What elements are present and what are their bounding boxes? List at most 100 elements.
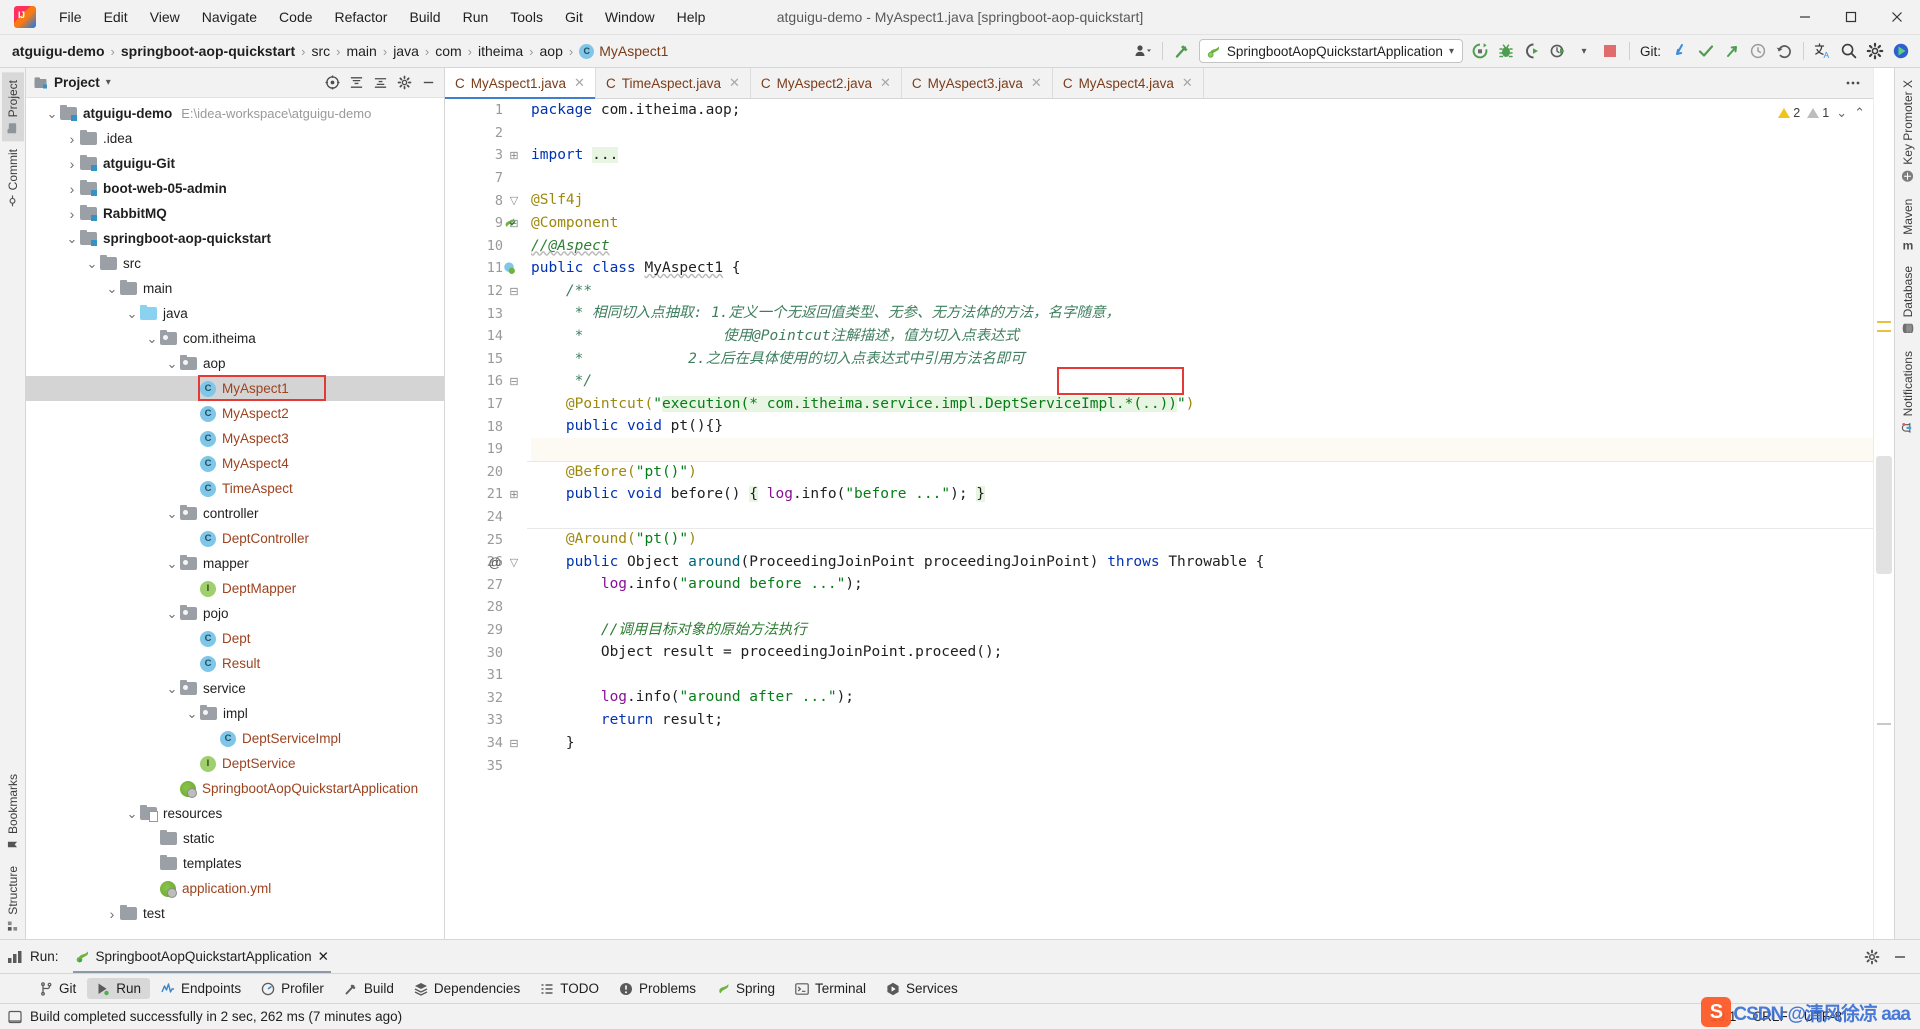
breadcrumb-item-springboot-aop-quickstart[interactable]: springboot-aop-quickstart — [117, 41, 299, 61]
bottom-tool-run[interactable]: Run — [87, 978, 151, 999]
tree-item-controller[interactable]: ⌄ controller — [26, 501, 444, 526]
bottom-tool-endpoints[interactable]: Endpoints — [152, 978, 250, 999]
stop-button[interactable] — [1597, 39, 1623, 63]
sidebar-item-commit[interactable]: Commit — [2, 141, 24, 214]
chevron-down-icon[interactable]: ⌄ — [164, 506, 180, 522]
tree-item-mapper[interactable]: ⌄ mapper — [26, 551, 444, 576]
code-line[interactable] — [531, 754, 1873, 777]
code-line[interactable] — [531, 664, 1873, 687]
tree-item-myaspect3[interactable]: C MyAspect3 — [26, 426, 444, 451]
code-fold-icon[interactable]: ⊟ — [507, 370, 521, 393]
tree-item-com.itheima[interactable]: ⌄ com.itheima — [26, 326, 444, 351]
bottom-tool-todo[interactable]: TODO — [531, 978, 608, 999]
tree-item-boot-web-05-admin[interactable]: › boot-web-05-admin — [26, 176, 444, 201]
chevron-right-icon[interactable]: › — [64, 156, 80, 172]
bottom-tool-build[interactable]: Build — [335, 978, 403, 999]
code-line[interactable] — [531, 506, 1873, 529]
editor-gutter[interactable]: 1 2 3 ⊞ 7 8 ▽ 9 ⊟ 10 11 12 ⊟ 13 14 15 16 ⊟ 17 18 19 20 21 ⊞ 24 25… — [445, 99, 527, 939]
bottom-tool-dependencies[interactable]: Dependencies — [405, 978, 529, 999]
chevron-down-icon[interactable]: ⌄ — [164, 606, 180, 622]
editor-tab-timeaspect[interactable]: C TimeAspect.java ✕ — [595, 68, 751, 98]
tree-item-java[interactable]: ⌄ java — [26, 301, 444, 326]
git-rollback-icon[interactable] — [1771, 39, 1797, 63]
run-with-coverage-icon[interactable] — [1519, 39, 1545, 63]
tree-item-deptmapper[interactable]: I DeptMapper — [26, 576, 444, 601]
code-line[interactable]: public class MyAspect1 { — [531, 257, 1873, 280]
menu-item-navigate[interactable]: Navigate — [191, 5, 268, 29]
rerun-icon[interactable] — [1467, 39, 1493, 63]
code-editor[interactable]: 1 2 3 ⊞ 7 8 ▽ 9 ⊟ 10 11 12 ⊟ 13 14 15 16 ⊟ 17 18 19 20 21 ⊞ 24 25… — [445, 99, 1873, 939]
code-fold-icon[interactable]: ⊟ — [507, 280, 521, 303]
code-line[interactable]: /** — [531, 280, 1873, 303]
chevron-down-icon[interactable]: ⌄ — [164, 356, 180, 372]
close-button[interactable] — [1874, 0, 1920, 34]
breadcrumb-item-itheima[interactable]: itheima — [474, 41, 527, 61]
tree-item-impl[interactable]: ⌄ impl — [26, 701, 444, 726]
project-tree[interactable]: ⌄ atguigu-demo E:\idea-workspace\atguigu-d… — [26, 98, 444, 939]
code-line[interactable]: @Component — [531, 212, 1873, 235]
collapse-all-icon[interactable] — [368, 72, 392, 94]
sidebar-item-notifications[interactable]: Notifications — [1897, 343, 1919, 442]
tree-item-timeaspect[interactable]: C TimeAspect — [26, 476, 444, 501]
sidebar-item-maven[interactable]: m Maven — [1897, 191, 1919, 259]
code-line[interactable]: @Before("pt()") — [531, 461, 1873, 484]
minimize-button[interactable] — [1782, 0, 1828, 34]
chevron-down-icon[interactable]: ▾ — [1571, 39, 1597, 63]
tree-item-src[interactable]: ⌄ src — [26, 251, 444, 276]
run-configuration-selector[interactable]: SpringbootAopQuickstartApplication ▾ — [1198, 39, 1463, 63]
bottom-tool-spring[interactable]: Spring — [707, 978, 784, 999]
bottom-tool-services[interactable]: Services — [877, 978, 967, 999]
editor-settings-icon[interactable]: ⌃ — [1854, 105, 1865, 121]
editor-tab-myaspect2[interactable]: C MyAspect2.java ✕ — [750, 68, 902, 98]
spring-aspect-gutter-icon[interactable] — [499, 257, 519, 280]
close-icon[interactable]: ✕ — [318, 949, 329, 965]
code-line[interactable]: @Around("pt()") — [531, 528, 1873, 551]
menu-item-refactor[interactable]: Refactor — [324, 5, 399, 29]
code-fold-icon[interactable]: ▽ — [507, 551, 521, 574]
code-line[interactable]: import ... — [531, 144, 1873, 167]
close-icon[interactable]: ✕ — [880, 75, 891, 91]
menu-item-edit[interactable]: Edit — [93, 5, 139, 29]
tree-item-.idea[interactable]: › .idea — [26, 126, 444, 151]
annotation-gutter-marker[interactable]: @ — [485, 551, 505, 574]
menu-item-file[interactable]: File — [48, 5, 93, 29]
chevron-down-icon[interactable]: ⌄ — [84, 256, 100, 272]
tree-item-deptserviceimpl[interactable]: C DeptServiceImpl — [26, 726, 444, 751]
maximize-button[interactable] — [1828, 0, 1874, 34]
sidebar-item-bookmarks[interactable]: Bookmarks — [2, 766, 24, 858]
project-settings-gear-icon[interactable] — [392, 72, 416, 94]
chevron-down-icon[interactable]: ▾ — [1449, 46, 1454, 57]
code-line[interactable]: */ — [531, 370, 1873, 393]
code-line[interactable]: * 使用@Pointcut注解描述，值为切入点表达式 — [531, 325, 1873, 348]
tree-item-main[interactable]: ⌄ main — [26, 276, 444, 301]
hide-run-panel-icon[interactable] — [1888, 946, 1912, 968]
chevron-down-icon[interactable]: ⌄ — [104, 281, 120, 297]
code-line[interactable]: @Pointcut("execution(* com.itheima.servi… — [531, 393, 1873, 416]
code-line[interactable]: * 2.之后在具体使用的切入点表达式中引用方法名即可 — [531, 348, 1873, 371]
main-menu[interactable]: File Edit View Navigate Code Refactor Build Run… — [48, 5, 716, 29]
tree-item-result[interactable]: C Result — [26, 651, 444, 676]
chevron-down-icon[interactable]: ⌄ — [144, 331, 160, 347]
code-line[interactable]: public void pt(){} — [531, 415, 1873, 438]
code-line[interactable]: //调用目标对象的原始方法执行 — [531, 619, 1873, 642]
menu-item-run[interactable]: Run — [452, 5, 500, 29]
chevron-down-icon[interactable]: ⌄ — [124, 806, 140, 822]
translate-icon[interactable]: A — [1810, 39, 1836, 63]
code-line[interactable]: Object result = proceedingJoinPoint.proc… — [531, 641, 1873, 664]
code-line[interactable] — [531, 437, 1873, 461]
code-line[interactable] — [531, 122, 1873, 145]
tree-item-atguigu-demo[interactable]: ⌄ atguigu-demo E:\idea-workspace\atguigu-d… — [26, 101, 444, 126]
git-history-icon[interactable] — [1745, 39, 1771, 63]
tree-item-static[interactable]: static — [26, 826, 444, 851]
tree-item-myaspect4[interactable]: C MyAspect4 — [26, 451, 444, 476]
expand-all-icon[interactable] — [344, 72, 368, 94]
user-account-icon[interactable] — [1130, 39, 1156, 63]
source-code[interactable]: package com.itheima.aop; import ... @Slf4j… — [527, 99, 1873, 939]
git-update-project-icon[interactable] — [1667, 39, 1693, 63]
breadcrumb-item-myaspect1[interactable]: C MyAspect1 — [575, 41, 672, 61]
weak-warning-count[interactable]: 1 — [1807, 106, 1829, 120]
menu-item-view[interactable]: View — [139, 5, 191, 29]
profile-icon[interactable] — [1545, 39, 1571, 63]
tree-item-pojo[interactable]: ⌄ pojo — [26, 601, 444, 626]
menu-item-build[interactable]: Build — [398, 5, 451, 29]
